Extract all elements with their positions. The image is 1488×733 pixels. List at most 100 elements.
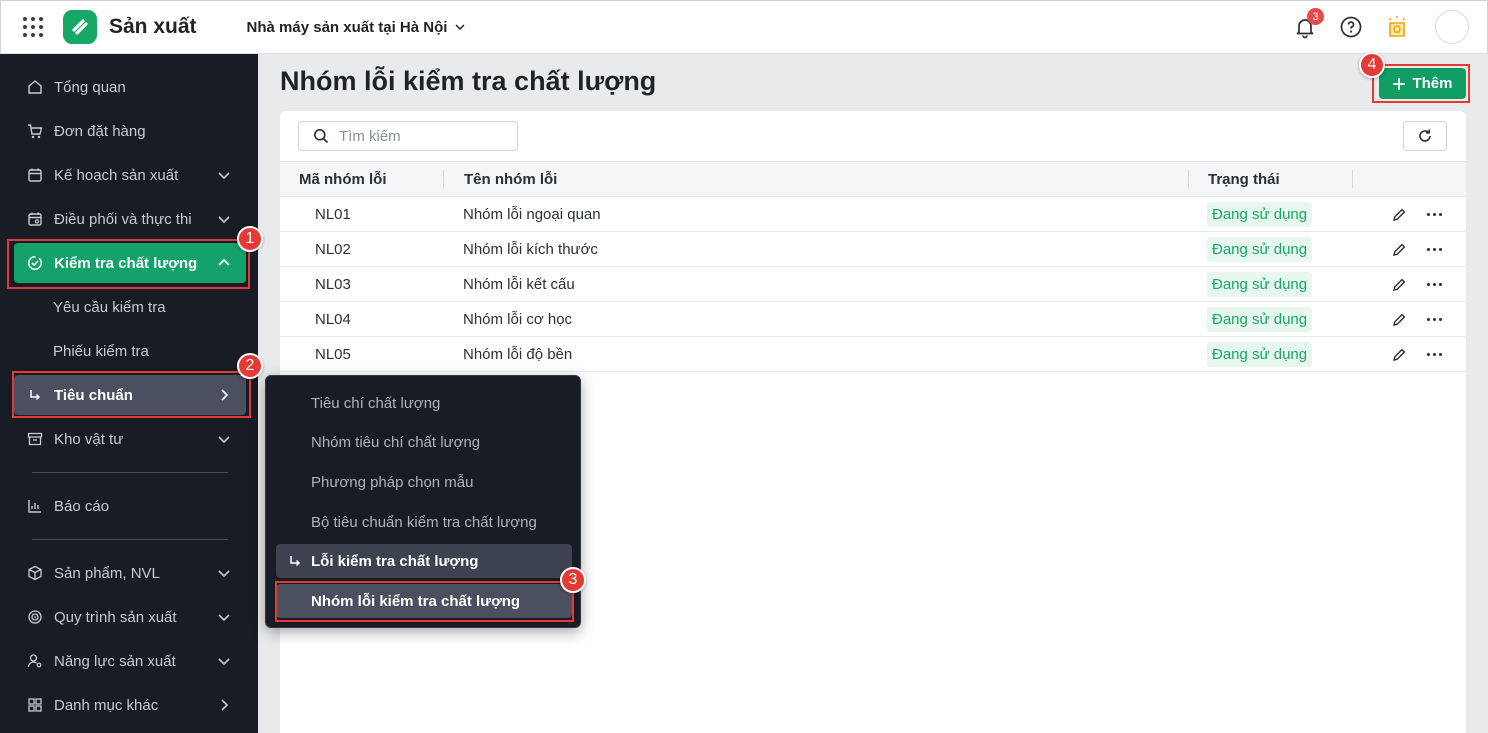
menu-item-phuong-phap[interactable]: Phương pháp chọn mẫu	[276, 465, 572, 499]
sidebar-item-label: Báo cáo	[54, 497, 110, 515]
refresh-button[interactable]	[1403, 121, 1447, 151]
cell-name: Nhóm lỗi độ bền	[463, 346, 573, 363]
grid-icon	[26, 696, 44, 714]
ideas-button[interactable]	[1381, 10, 1413, 44]
chart-icon	[26, 497, 44, 515]
notification-badge: 3	[1307, 8, 1324, 25]
calendar-gear-icon	[26, 210, 44, 228]
chevron-down-icon	[218, 172, 230, 180]
lightbulb-icon	[1388, 16, 1406, 37]
sidebar-divider	[32, 472, 228, 473]
table-row[interactable]: NL05 Nhóm lỗi độ bền Đang sử dụng	[280, 337, 1466, 372]
sidebar-item-label: Danh mục khác	[54, 696, 159, 714]
sidebar-item-tong-quan[interactable]: Tổng quan	[14, 67, 246, 107]
sidebar-item-quy-trinh[interactable]: Quy trình sản xuất	[14, 597, 246, 637]
page-title: Nhóm lỗi kiểm tra chất lượng	[280, 66, 657, 96]
more-options-icon[interactable]	[1424, 345, 1444, 363]
cart-icon	[26, 122, 44, 140]
column-header-code[interactable]: Mã nhóm lỗi	[299, 171, 387, 188]
factory-selector[interactable]: Nhà máy sản xuất tại Hà Nội	[247, 19, 468, 36]
sidebar-item-phieu-kiem-tra[interactable]: Phiếu kiểm tra	[14, 331, 246, 371]
sidebar-item-ke-hoach[interactable]: Kế hoạch sản xuất	[14, 155, 246, 195]
cell-name: Nhóm lỗi ngoại quan	[463, 206, 601, 223]
cell-code: NL02	[315, 241, 351, 258]
table-row[interactable]: NL01 Nhóm lỗi ngoại quan Đang sử dụng	[280, 197, 1466, 232]
cell-name: Nhóm lỗi kết cấu	[463, 276, 575, 293]
more-options-icon[interactable]	[1424, 275, 1444, 293]
chevron-down-icon	[455, 24, 465, 31]
menu-item-label: Phương pháp chọn mẫu	[311, 473, 474, 491]
chevron-down-icon	[218, 570, 230, 578]
sidebar-item-label: Đơn đặt hàng	[54, 122, 146, 140]
status-badge: Đang sử dụng	[1207, 202, 1313, 227]
sidebar-divider	[32, 539, 228, 540]
more-options-icon[interactable]	[1424, 205, 1444, 223]
edit-icon[interactable]	[1390, 241, 1408, 259]
avatar[interactable]	[1435, 10, 1469, 44]
search-icon	[314, 129, 329, 144]
cell-code: NL05	[315, 346, 351, 363]
table-row[interactable]: NL02 Nhóm lỗi kích thước Đang sử dụng	[280, 232, 1466, 267]
sidebar-item-label: Yêu cầu kiểm tra	[53, 298, 166, 316]
cell-code: NL01	[315, 206, 351, 223]
status-badge: Đang sử dụng	[1207, 342, 1313, 367]
menu-item-nhom-tieu-chi[interactable]: Nhóm tiêu chí chất lượng	[276, 425, 572, 459]
sidebar-item-label: Kho vật tư	[54, 430, 124, 448]
notification-button[interactable]: 3	[1289, 8, 1324, 44]
sidebar-item-yeu-cau-kiem-tra[interactable]: Yêu cầu kiểm tra	[14, 287, 246, 327]
sidebar-item-label: Phiếu kiểm tra	[53, 342, 149, 360]
table-header: Mã nhóm lỗi Tên nhóm lỗi Trạng thái	[280, 161, 1466, 197]
chevron-down-icon	[218, 658, 230, 666]
sidebar-item-danh-muc-khac[interactable]: Danh mục khác	[14, 685, 246, 725]
menu-item-label: Bộ tiêu chuẩn kiểm tra chất lượng	[311, 513, 537, 531]
menu-item-tieu-chi[interactable]: Tiêu chí chất lượng	[276, 386, 572, 420]
menu-item-label: Tiêu chí chất lượng	[311, 394, 441, 412]
calendar-icon	[26, 166, 44, 184]
factory-name: Nhà máy sản xuất tại Hà Nội	[246, 18, 448, 36]
chevron-down-icon	[218, 614, 230, 622]
help-button[interactable]	[1335, 10, 1367, 44]
table-row[interactable]: NL04 Nhóm lỗi cơ học Đang sử dụng	[280, 302, 1466, 337]
chevron-down-icon	[218, 216, 230, 224]
menu-item-bo-tieu-chuan[interactable]: Bộ tiêu chuẩn kiểm tra chất lượng	[276, 505, 572, 539]
sidebar-item-don-dat-hang[interactable]: Đơn đặt hàng	[14, 111, 246, 151]
cell-name: Nhóm lỗi kích thước	[463, 241, 598, 258]
more-options-icon[interactable]	[1424, 240, 1444, 258]
column-header-status[interactable]: Trạng thái	[1208, 171, 1280, 188]
sidebar-item-bao-cao[interactable]: Báo cáo	[14, 486, 246, 526]
callout-highlight-1	[7, 239, 250, 289]
status-badge: Đang sử dụng	[1207, 272, 1313, 297]
status-badge: Đang sử dụng	[1207, 307, 1313, 332]
callout-number-1: 1	[237, 226, 263, 252]
sidebar-item-label: Điều phối và thực thi	[54, 210, 192, 228]
subitem-arrow-icon	[290, 556, 301, 567]
edit-icon[interactable]	[1390, 346, 1408, 364]
edit-icon[interactable]	[1390, 311, 1408, 329]
cell-name: Nhóm lỗi cơ học	[463, 311, 573, 328]
sidebar-item-label: Năng lực sản xuất	[54, 652, 176, 670]
cell-code: NL04	[315, 311, 351, 328]
app-title: Sản xuất	[109, 15, 197, 38]
edit-icon[interactable]	[1390, 276, 1408, 294]
sidebar-item-nang-luc[interactable]: Năng lực sản xuất	[14, 641, 246, 681]
sidebar-item-label: Quy trình sản xuất	[54, 608, 177, 626]
callout-number-2: 2	[237, 353, 263, 379]
chevron-down-icon	[218, 436, 230, 444]
sidebar-item-san-pham[interactable]: Sản phẩm, NVL	[14, 553, 246, 593]
edit-icon[interactable]	[1390, 206, 1408, 224]
menu-item-loi-kiem-tra[interactable]: Lỗi kiểm tra chất lượng	[276, 544, 572, 578]
refresh-icon	[1419, 129, 1431, 142]
table-row[interactable]: NL03 Nhóm lỗi kết cấu Đang sử dụng	[280, 267, 1466, 302]
sidebar-item-dieu-phoi[interactable]: Điều phối và thực thi	[14, 199, 246, 239]
archive-icon	[26, 430, 44, 448]
app-launcher-icon[interactable]	[21, 15, 45, 39]
callout-number-4: 4	[1359, 52, 1385, 78]
column-header-name[interactable]: Tên nhóm lỗi	[464, 171, 557, 188]
process-icon	[26, 608, 44, 626]
menu-item-label: Nhóm tiêu chí chất lượng	[311, 433, 481, 451]
help-icon	[1340, 16, 1362, 38]
search-input[interactable]	[339, 127, 499, 145]
sidebar-item-kho-vat-tu[interactable]: Kho vật tư	[14, 419, 246, 459]
top-bar: Sản xuất Nhà máy sản xuất tại Hà Nội 3	[0, 0, 1488, 54]
more-options-icon[interactable]	[1424, 310, 1444, 328]
